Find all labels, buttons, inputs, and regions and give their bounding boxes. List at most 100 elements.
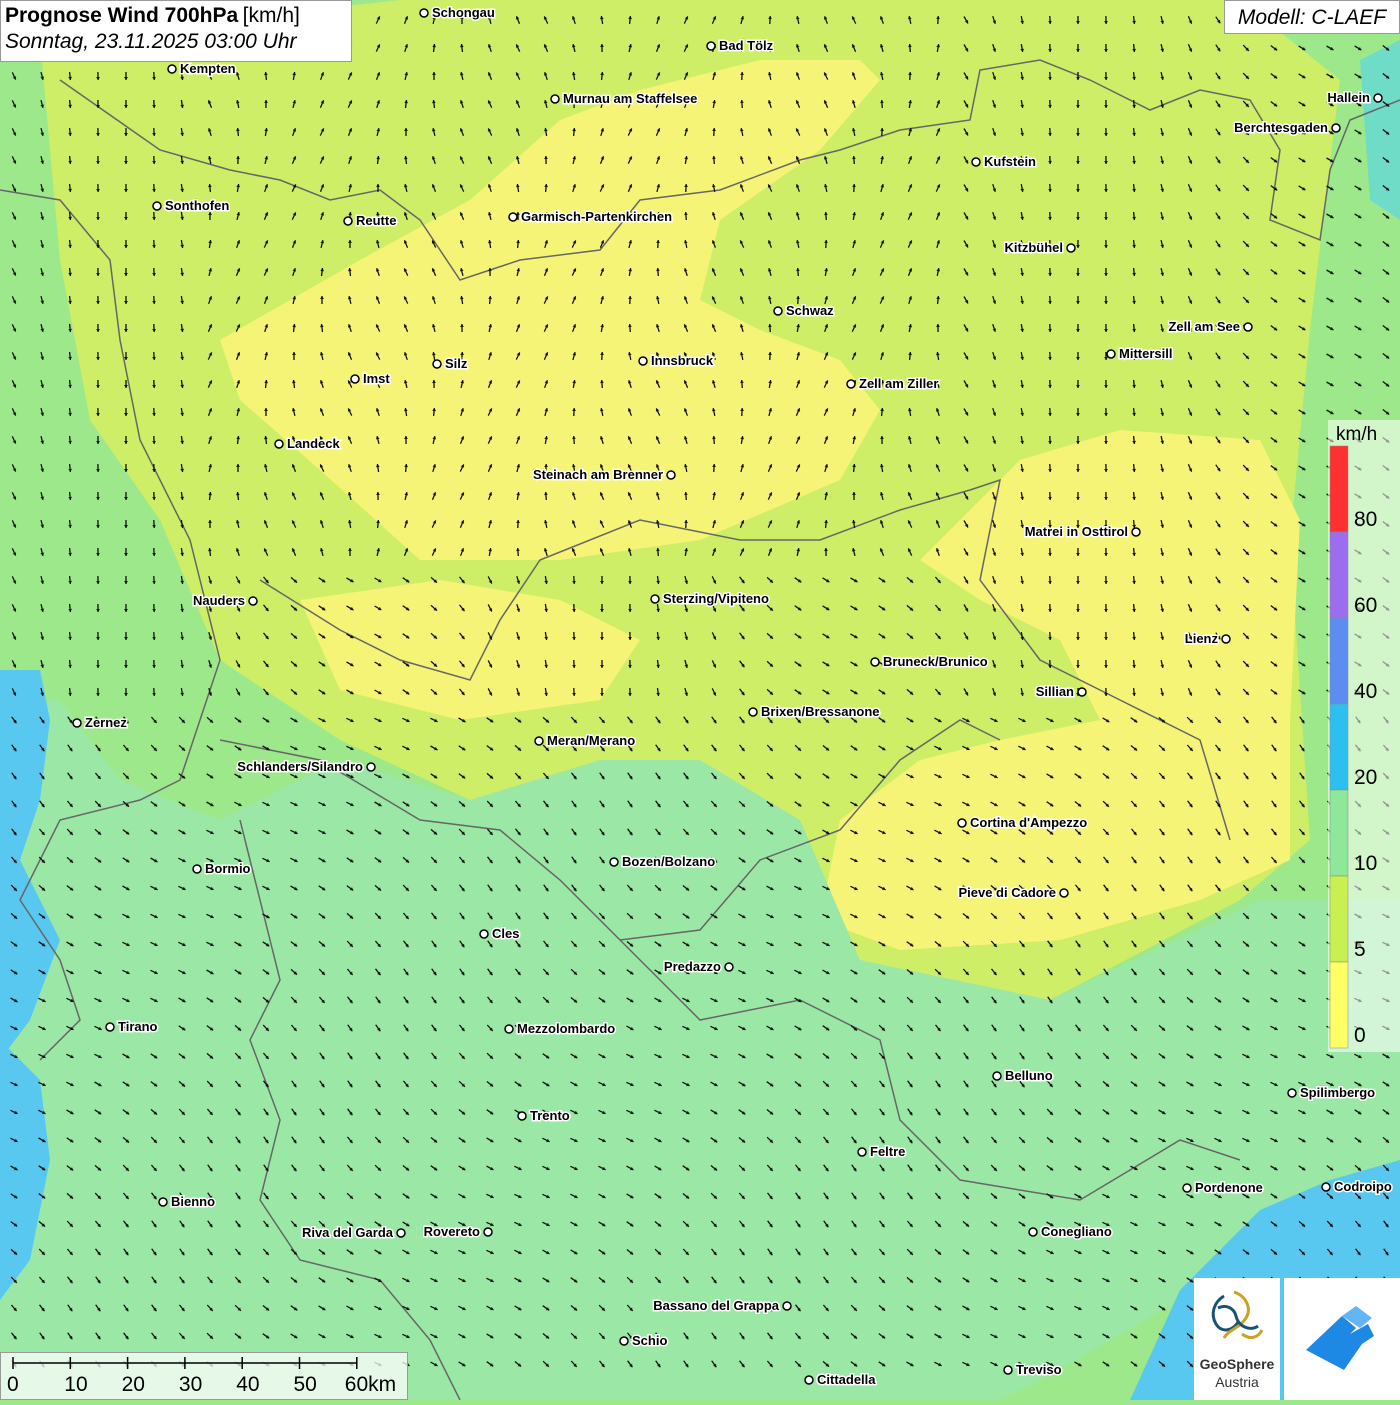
city-marker: Murnau am Staffelsee [551, 91, 697, 106]
city-marker: Matrei in Osttirol [1025, 524, 1140, 539]
city-dot-icon [858, 1148, 866, 1156]
city-label: Schongau [432, 5, 495, 20]
city-label: Bienno [171, 1194, 215, 1209]
city-dot-icon [153, 202, 161, 210]
city-label: Feltre [870, 1144, 905, 1159]
city-label: Spilimbergo [1300, 1085, 1375, 1100]
city-label: Rovereto [424, 1224, 480, 1239]
city-marker: Meran/Merano [535, 733, 635, 748]
legend-label: 20 [1354, 766, 1377, 789]
city-dot-icon [1132, 528, 1140, 536]
city-dot-icon [1222, 635, 1230, 643]
city-label: Sterzing/Vipiteno [663, 591, 769, 606]
city-label: Nauders [193, 593, 245, 608]
city-dot-icon [106, 1023, 114, 1031]
legend-swatch [1330, 704, 1348, 790]
city-label: Kufstein [984, 154, 1036, 169]
city-dot-icon [651, 595, 659, 603]
city-dot-icon [509, 213, 517, 221]
title-box: Prognose Wind 700hPa [km/h] Sonntag, 23.… [0, 0, 352, 62]
map-unit: [km/h] [243, 4, 300, 27]
legend-label: 60 [1354, 594, 1377, 617]
city-label: Cittadella [817, 1372, 876, 1387]
city-dot-icon [972, 158, 980, 166]
city-label: Kempten [180, 61, 236, 76]
city-dot-icon [168, 65, 176, 73]
city-label: Lienz [1185, 631, 1219, 646]
city-dot-icon [1288, 1089, 1296, 1097]
city-dot-icon [639, 357, 647, 365]
legend-bar: 806040201050 [1328, 420, 1400, 1052]
city-dot-icon [159, 1198, 167, 1206]
app-logo [1284, 1278, 1400, 1400]
scale-label: 10 [64, 1373, 87, 1397]
city-marker: Steinach am Brenner [533, 467, 675, 482]
city-marker: Cortina d'Ampezzo [958, 815, 1087, 830]
city-marker: Schongau [420, 5, 495, 20]
city-label: Zell am See [1168, 319, 1240, 334]
city-label: Matrei in Osttirol [1025, 524, 1128, 539]
scale-label: 0 [7, 1373, 19, 1397]
city-label: Conegliano [1041, 1224, 1112, 1239]
scale-bar: 0102030405060km [0, 1352, 408, 1400]
city-dot-icon [344, 217, 352, 225]
weather-app-icon [1284, 1278, 1400, 1400]
city-label: Zell am Ziller [859, 376, 938, 391]
city-label: Cortina d'Ampezzo [970, 815, 1087, 830]
wind-map[interactable]: Schongau Bad Tölz Kempten Murnau am Staffel… [0, 0, 1400, 1400]
city-label: Bruneck/Brunico [883, 654, 988, 669]
city-marker: Berchtesgaden [1234, 120, 1340, 135]
city-label: Silz [445, 356, 468, 371]
city-label: Schwaz [786, 303, 834, 318]
scale-label: 50 [294, 1373, 317, 1397]
city-label: Innsbruck [651, 353, 714, 368]
city-label: Garmisch-Partenkirchen [521, 209, 672, 224]
city-dot-icon [707, 42, 715, 50]
geosphere-logo: GeoSphere Austria [1194, 1278, 1280, 1400]
legend-unit: km/h [1336, 424, 1377, 446]
city-dot-icon [1078, 688, 1086, 696]
city-label: Steinach am Brenner [533, 467, 663, 482]
city-label: Imst [363, 371, 390, 386]
city-label: Riva del Garda [302, 1225, 394, 1240]
city-dot-icon [1107, 350, 1115, 358]
city-dot-icon [1067, 244, 1075, 252]
forecast-date: Sonntag, 23.11.2025 03:00 Uhr [5, 30, 347, 54]
geosphere-country: Austria [1194, 1374, 1280, 1390]
city-label: Bad Tölz [719, 38, 774, 53]
legend-label: 40 [1354, 680, 1377, 703]
legend-label: 5 [1354, 938, 1366, 961]
city-dot-icon [871, 658, 879, 666]
city-marker: Conegliano [1029, 1224, 1112, 1239]
city-dot-icon [351, 375, 359, 383]
city-dot-icon [1060, 889, 1068, 897]
city-dot-icon [1332, 124, 1340, 132]
city-label: Bassano del Grappa [653, 1298, 779, 1313]
city-marker: Riva del Garda [302, 1225, 405, 1240]
city-dot-icon [1374, 94, 1382, 102]
city-marker: Zell am See [1168, 319, 1252, 334]
city-label: Murnau am Staffelsee [563, 91, 697, 106]
city-dot-icon [433, 360, 441, 368]
city-label: Brixen/Bressanone [761, 704, 880, 719]
city-label: Landeck [287, 436, 341, 451]
city-label: Hallein [1327, 90, 1370, 105]
city-label: Cles [492, 926, 519, 941]
city-label: Pieve di Cadore [958, 885, 1056, 900]
city-label: Kitzbühel [1005, 240, 1064, 255]
city-dot-icon [249, 597, 257, 605]
city-dot-icon [193, 865, 201, 873]
city-label: Mezzolombardo [517, 1021, 615, 1036]
city-dot-icon [1322, 1183, 1330, 1191]
city-dot-icon [783, 1302, 791, 1310]
city-label: Belluno [1005, 1068, 1053, 1083]
city-dot-icon [958, 819, 966, 827]
city-label: Codroipo [1334, 1179, 1392, 1194]
city-label: Zernez [85, 715, 127, 730]
city-label: Pordenone [1195, 1180, 1263, 1195]
city-dot-icon [420, 9, 428, 17]
city-label: Meran/Merano [547, 733, 635, 748]
city-label: Schlanders/Silandro [237, 759, 363, 774]
city-label: Predazzo [664, 959, 721, 974]
scale-label: 40 [236, 1373, 259, 1397]
